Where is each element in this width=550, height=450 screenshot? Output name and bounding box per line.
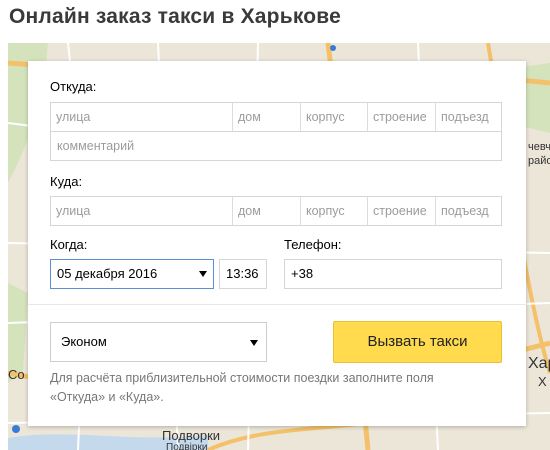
from-entrance-input[interactable]: подъезд bbox=[435, 103, 501, 131]
map-label-district-a: чевчен bbox=[528, 141, 550, 153]
date-select-value: 05 декабря 2016 bbox=[57, 266, 158, 281]
map-label-city-b: Х bbox=[538, 374, 547, 389]
page-title: Онлайн заказ такси в Харькове bbox=[9, 5, 341, 28]
when-label: Когда: bbox=[50, 237, 88, 252]
date-select[interactable]: 05 декабря 2016 bbox=[50, 259, 214, 289]
map-label-city: Хар bbox=[528, 355, 550, 372]
form-divider bbox=[28, 304, 526, 305]
chevron-down-icon bbox=[250, 340, 258, 346]
from-block-input[interactable]: корпус bbox=[300, 103, 367, 131]
map-label-left: Со bbox=[8, 367, 25, 382]
to-label: Куда: bbox=[50, 174, 83, 189]
tariff-select[interactable]: Эконом bbox=[50, 322, 267, 362]
phone-label: Телефон: bbox=[284, 237, 342, 252]
to-building-input[interactable]: строение bbox=[367, 197, 435, 225]
to-address-row: улица дом корпус строение подъезд bbox=[50, 196, 502, 226]
price-hint-line-2: «Откуда» и «Куда». bbox=[50, 390, 164, 404]
to-street-input[interactable]: улица bbox=[51, 197, 232, 225]
from-building-input[interactable]: строение bbox=[367, 103, 435, 131]
phone-input[interactable]: +38 bbox=[284, 259, 502, 289]
to-house-input[interactable]: дом bbox=[232, 197, 300, 225]
to-block-input[interactable]: корпус bbox=[300, 197, 367, 225]
time-input[interactable]: 13:36 bbox=[219, 259, 267, 289]
price-hint-line-1: Для расчёта приблизительной стоимости по… bbox=[50, 371, 434, 385]
call-taxi-button[interactable]: Вызвать такси bbox=[333, 321, 502, 363]
from-comment-input[interactable]: комментарий bbox=[50, 131, 502, 161]
chevron-down-icon bbox=[199, 271, 207, 277]
map-label-district-b: район bbox=[528, 155, 550, 167]
map-label-podvirki: Подвірки bbox=[166, 442, 208, 450]
from-address-row: улица дом корпус строение подъезд bbox=[50, 102, 502, 132]
price-hint: Для расчёта приблизительной стоимости по… bbox=[50, 369, 490, 407]
from-house-input[interactable]: дом bbox=[232, 103, 300, 131]
tariff-select-value: Эконом bbox=[61, 334, 107, 349]
to-entrance-input[interactable]: подъезд bbox=[435, 197, 501, 225]
map-label-podvorki: Подворки bbox=[162, 428, 221, 443]
from-street-input[interactable]: улица bbox=[51, 103, 232, 131]
taxi-order-form: Откуда: улица дом корпус строение подъез… bbox=[28, 61, 526, 426]
from-label: Откуда: bbox=[50, 79, 97, 94]
